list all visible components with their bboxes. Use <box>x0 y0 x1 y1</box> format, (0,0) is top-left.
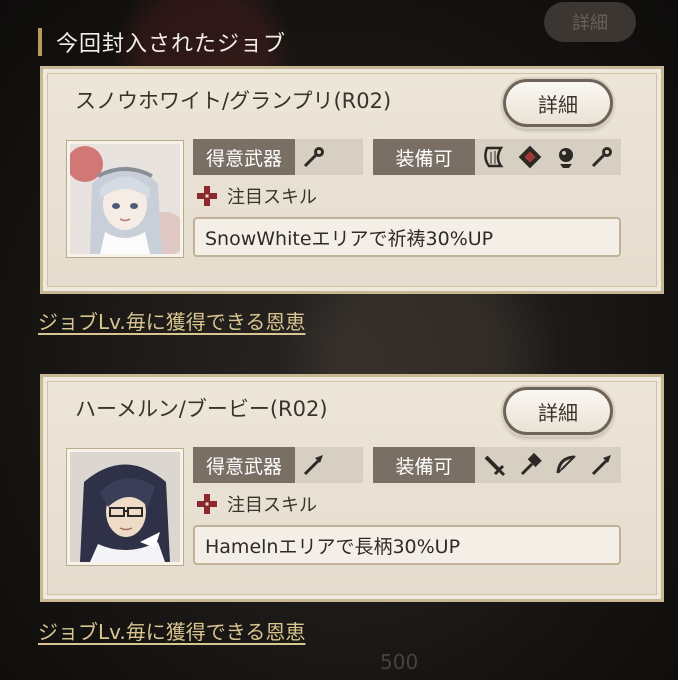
detail-button[interactable]: 詳細 <box>503 79 613 127</box>
job-name: スノウホワイト/グランプリ(R02) <box>75 89 392 113</box>
spear-icon <box>591 455 611 476</box>
skill-heading: 注目スキル <box>227 187 317 208</box>
job-card-hameln: ハーメルン/ブービー(R02) 詳細 得意武器 装備可 注目スキル Hameln… <box>40 374 664 602</box>
background-number: 500 <box>380 650 419 674</box>
job-portrait <box>67 449 183 565</box>
job-portrait <box>67 141 183 257</box>
job-name: ハーメルン/ブービー(R02) <box>75 397 328 421</box>
hammer-icon <box>520 452 542 476</box>
skill-description: Hamelnエリアで長柄30%UP <box>193 525 621 565</box>
sword-icon <box>484 455 506 477</box>
skill-heading: 注目スキル <box>227 495 317 516</box>
section-title-bar <box>38 28 42 56</box>
job-level-benefits-link[interactable]: ジョブLv.毎に獲得できる恩恵 <box>38 616 305 645</box>
favored-weapon-icons <box>295 447 363 483</box>
harp-icon <box>484 146 504 168</box>
skill-description: SnowWhiteエリアで祈祷30%UP <box>193 217 621 257</box>
equippable-tag: 装備可 <box>373 447 475 483</box>
job-card-snowwhite: スノウホワイト/グランプリ(R02) 詳細 得意武器 装備可 注目スキル Sno… <box>40 66 664 294</box>
detail-button[interactable]: 詳細 <box>503 387 613 435</box>
staff-icon <box>591 147 612 168</box>
orb-icon <box>559 148 573 168</box>
skill-heading-row: 注目スキル <box>197 491 317 517</box>
staff-icon <box>303 147 324 168</box>
skill-cross-icon <box>197 494 217 514</box>
skill-heading-row: 注目スキル <box>197 183 317 209</box>
snowwhite-portrait-image <box>70 144 180 254</box>
hameln-portrait-image <box>70 452 180 562</box>
favored-weapon-icons <box>295 139 363 175</box>
spear-icon <box>303 455 323 476</box>
favored-weapon-tag: 得意武器 <box>193 139 295 175</box>
skill-cross-icon <box>197 186 217 206</box>
section-title: 今回封入されたジョブ <box>38 24 286 60</box>
job-level-benefits-link[interactable]: ジョブLv.毎に獲得できる恩恵 <box>38 306 305 335</box>
section-title-text: 今回封入されたジョブ <box>56 32 287 57</box>
favored-weapon-tag: 得意武器 <box>193 447 295 483</box>
top-detail-button[interactable]: 詳細 <box>544 2 636 42</box>
bow-icon <box>556 455 576 474</box>
tome-icon <box>518 145 542 169</box>
equippable-icons <box>475 447 621 483</box>
equippable-tag: 装備可 <box>373 139 475 175</box>
equippable-icons <box>475 139 621 175</box>
